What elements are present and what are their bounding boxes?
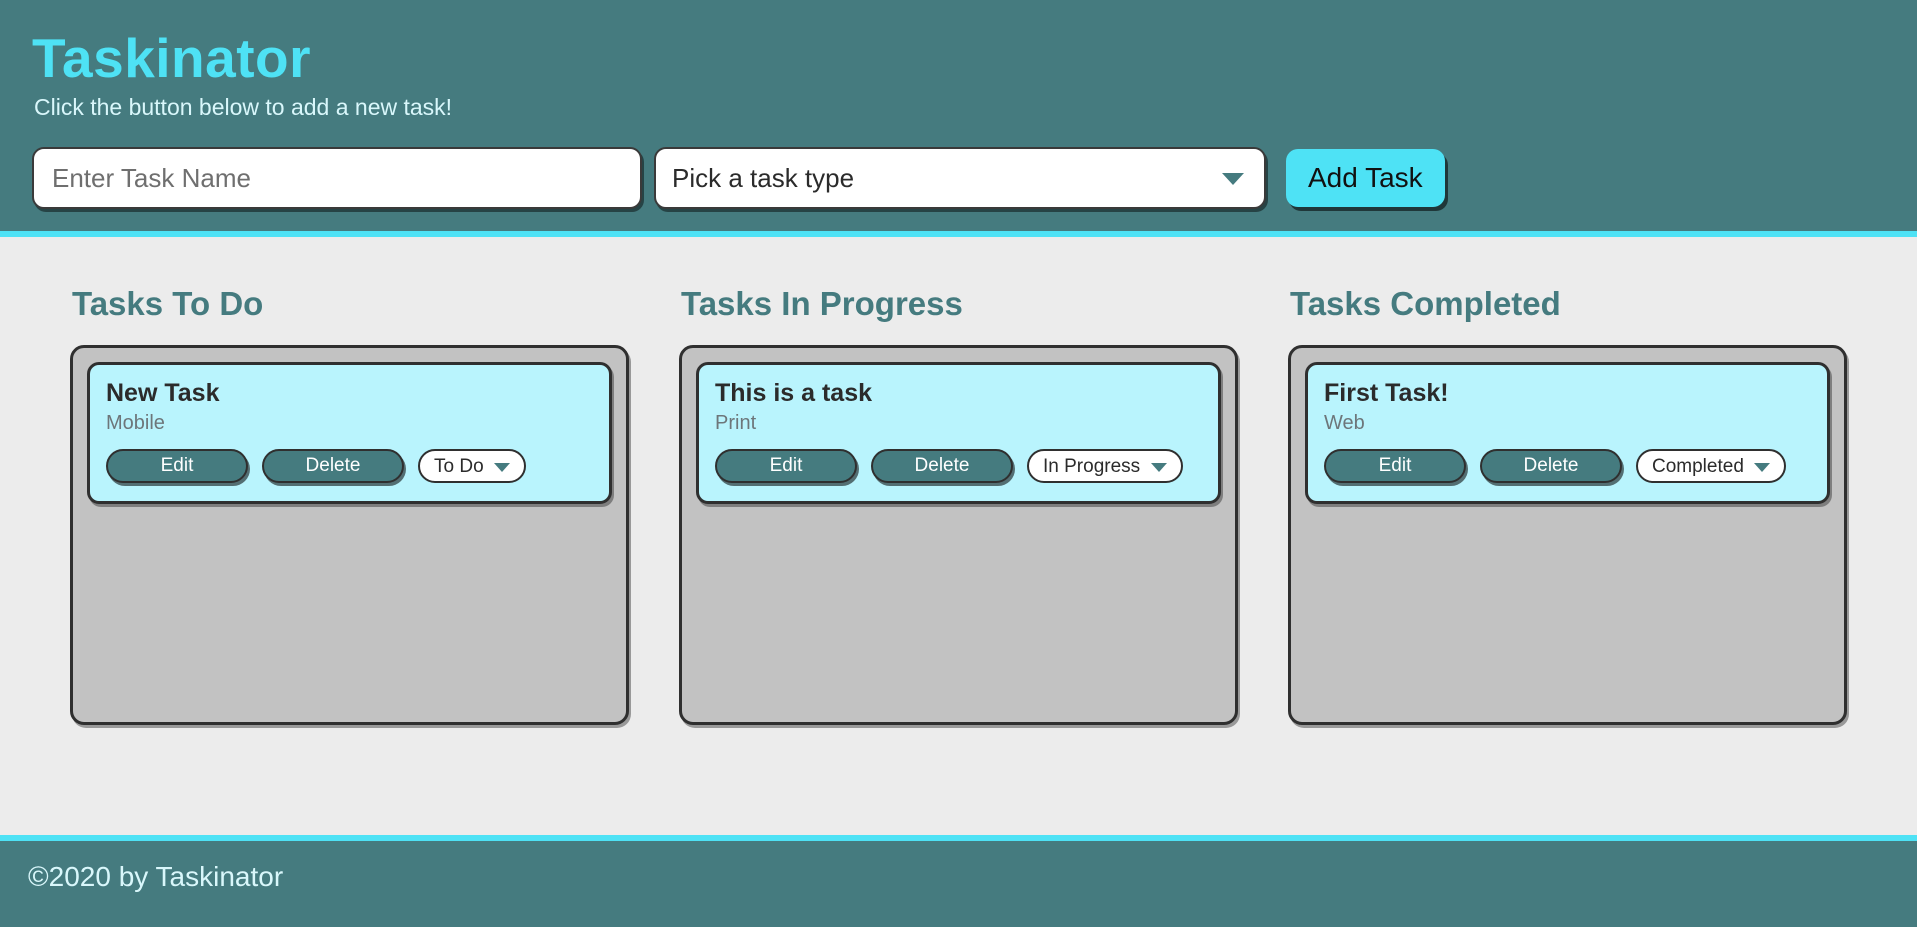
task-type: Print <box>715 412 757 435</box>
task-columns: Tasks To Do New Task Mobile Edit Delete … <box>0 237 1917 835</box>
task-actions: Edit Delete Completed <box>1324 449 1811 484</box>
page-subtitle: Click the button below to add a new task… <box>34 94 453 121</box>
app-footer: ©2020 by Taskinator <box>0 835 1917 927</box>
edit-button[interactable]: Edit <box>1324 449 1466 484</box>
status-select-wrapper: In Progress <box>1027 449 1183 484</box>
column-tasks-to-do: Tasks To Do New Task Mobile Edit Delete … <box>70 285 629 726</box>
status-select-wrapper: To Do <box>418 449 526 484</box>
task-title: First Task! <box>1324 379 1449 408</box>
edit-button[interactable]: Edit <box>715 449 857 484</box>
task-name-input[interactable] <box>32 147 642 210</box>
edit-button[interactable]: Edit <box>106 449 248 484</box>
status-select[interactable]: In Progress <box>1027 449 1183 484</box>
task-title: New Task <box>106 379 220 408</box>
column-title: Tasks To Do <box>72 285 264 323</box>
task-list-completed: First Task! Web Edit Delete Completed <box>1288 345 1847 726</box>
column-title: Tasks In Progress <box>681 285 963 323</box>
add-task-button[interactable]: Add Task <box>1286 149 1445 208</box>
task-type-select[interactable]: Pick a task type <box>654 147 1266 210</box>
delete-button[interactable]: Delete <box>1480 449 1622 484</box>
task-actions: Edit Delete To Do <box>106 449 593 484</box>
app-root: Taskinator Click the button below to add… <box>0 0 1917 927</box>
app-header: Taskinator Click the button below to add… <box>0 0 1917 238</box>
task-title: This is a task <box>715 379 873 408</box>
column-tasks-in-progress: Tasks In Progress This is a task Print E… <box>679 285 1238 726</box>
status-select[interactable]: To Do <box>418 449 526 484</box>
add-task-form: Pick a task type Add Task <box>32 147 1917 210</box>
page-title: Taskinator <box>32 27 312 89</box>
task-type-select-wrapper: Pick a task type <box>654 147 1266 210</box>
copyright-text: ©2020 by Taskinator <box>28 861 284 892</box>
column-title: Tasks Completed <box>1290 285 1561 323</box>
status-select[interactable]: Completed <box>1636 449 1786 484</box>
task-list-in-progress: This is a task Print Edit Delete In Prog… <box>679 345 1238 726</box>
task-card[interactable]: First Task! Web Edit Delete Completed <box>1305 362 1830 505</box>
task-card[interactable]: This is a task Print Edit Delete In Prog… <box>696 362 1221 505</box>
task-actions: Edit Delete In Progress <box>715 449 1202 484</box>
delete-button[interactable]: Delete <box>871 449 1013 484</box>
task-type: Web <box>1324 412 1365 435</box>
task-card[interactable]: New Task Mobile Edit Delete To Do <box>87 362 612 505</box>
status-select-wrapper: Completed <box>1636 449 1786 484</box>
delete-button[interactable]: Delete <box>262 449 404 484</box>
task-type: Mobile <box>106 412 165 435</box>
column-tasks-completed: Tasks Completed First Task! Web Edit Del… <box>1288 285 1847 726</box>
task-list-to-do: New Task Mobile Edit Delete To Do <box>70 345 629 726</box>
